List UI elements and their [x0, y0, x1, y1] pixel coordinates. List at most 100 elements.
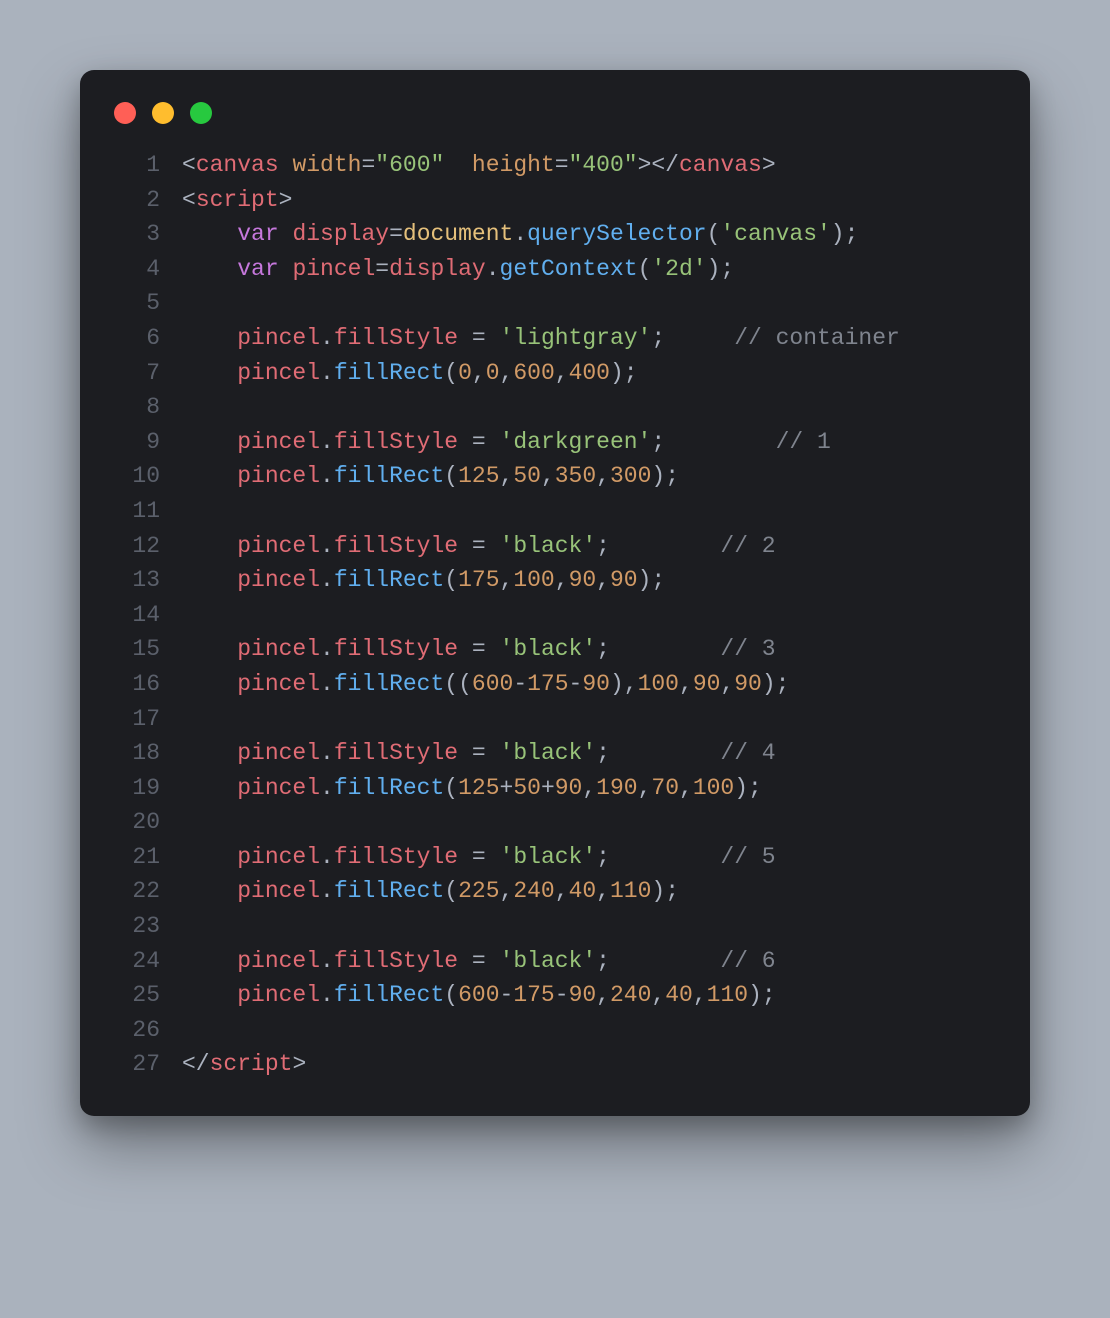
code-line: 20: [112, 805, 998, 840]
code-token: 70: [651, 775, 679, 801]
code-line: 17: [112, 702, 998, 737]
code-content: <script>: [182, 183, 998, 218]
code-token: fillStyle: [334, 948, 458, 974]
code-token: // 1: [776, 429, 831, 455]
code-token: ,: [541, 463, 555, 489]
code-token: 125: [458, 463, 499, 489]
code-token: =: [472, 325, 486, 351]
code-token: (: [638, 256, 652, 282]
code-token: ,: [596, 878, 610, 904]
code-token: 110: [707, 982, 748, 1008]
code-token: 225: [458, 878, 499, 904]
code-token: '2d': [651, 256, 706, 282]
code-token: canvas: [196, 152, 279, 178]
code-token: [182, 636, 237, 662]
code-content: [182, 286, 998, 321]
code-token: document: [403, 221, 513, 247]
code-line: 14: [112, 598, 998, 633]
code-token: .: [320, 740, 334, 766]
code-line: 13 pincel.fillRect(175,100,90,90);: [112, 563, 998, 598]
code-token: >: [279, 187, 293, 213]
code-token: // 4: [720, 740, 775, 766]
code-token: );: [638, 567, 666, 593]
code-token: fillRect: [334, 982, 444, 1008]
code-token: "600": [375, 152, 444, 178]
code-line: 19 pincel.fillRect(125+50+90,190,70,100)…: [112, 771, 998, 806]
code-token: pincel: [237, 740, 320, 766]
code-token: </: [182, 1051, 210, 1077]
line-number: 11: [112, 494, 182, 529]
line-number: 3: [112, 217, 182, 252]
code-token: 175: [458, 567, 499, 593]
code-token: canvas: [679, 152, 762, 178]
code-token: ;: [596, 533, 610, 559]
code-token: [665, 325, 734, 351]
code-token: [444, 152, 472, 178]
code-token: // 6: [720, 948, 775, 974]
code-token: fillStyle: [334, 325, 458, 351]
code-content: <canvas width="600" height="400"></canva…: [182, 148, 998, 183]
code-token: [610, 636, 720, 662]
code-token: [182, 463, 237, 489]
code-token: 40: [569, 878, 597, 904]
code-token: );: [762, 671, 790, 697]
code-token: <: [182, 152, 196, 178]
zoom-icon[interactable]: [190, 102, 212, 124]
code-token: 'black': [500, 844, 597, 870]
code-line: 8: [112, 390, 998, 425]
line-number: 7: [112, 356, 182, 391]
code-token: [486, 325, 500, 351]
code-token: );: [748, 982, 776, 1008]
code-token: ;: [596, 844, 610, 870]
code-token: -: [569, 671, 583, 697]
code-token: [610, 948, 720, 974]
code-token: 350: [555, 463, 596, 489]
code-token: 'darkgreen': [500, 429, 652, 455]
code-token: .: [320, 775, 334, 801]
line-number: 24: [112, 944, 182, 979]
code-token: +: [541, 775, 555, 801]
code-token: ,: [596, 463, 610, 489]
code-token: ,: [500, 463, 514, 489]
code-token: [182, 982, 237, 1008]
code-token: [279, 256, 293, 282]
code-token: );: [707, 256, 735, 282]
close-icon[interactable]: [114, 102, 136, 124]
code-token: 90: [582, 671, 610, 697]
code-token: ,: [500, 360, 514, 386]
code-token: [486, 740, 500, 766]
code-token: ;: [596, 948, 610, 974]
code-token: =: [375, 256, 389, 282]
code-token: 90: [693, 671, 721, 697]
code-token: [486, 533, 500, 559]
code-token: querySelector: [527, 221, 706, 247]
code-token: =: [472, 429, 486, 455]
code-content: pincel.fillRect(125,50,350,300);: [182, 459, 998, 494]
minimize-icon[interactable]: [152, 102, 174, 124]
code-token: +: [500, 775, 514, 801]
line-number: 14: [112, 598, 182, 633]
code-token: 90: [734, 671, 762, 697]
line-number: 5: [112, 286, 182, 321]
code-token: ,: [638, 775, 652, 801]
code-token: [182, 671, 237, 697]
code-content: pincel.fillRect(225,240,40,110);: [182, 874, 998, 909]
code-token: [458, 948, 472, 974]
line-number: 1: [112, 148, 182, 183]
code-token: [665, 429, 775, 455]
code-token: ;: [596, 740, 610, 766]
code-token: pincel: [237, 948, 320, 974]
code-content: pincel.fillRect(0,0,600,400);: [182, 356, 998, 391]
code-token: "400": [569, 152, 638, 178]
code-token: 240: [513, 878, 554, 904]
code-line: 2<script>: [112, 183, 998, 218]
code-token: pincel: [237, 533, 320, 559]
code-line: 27</script>: [112, 1047, 998, 1082]
code-token: .: [320, 844, 334, 870]
code-line: 12 pincel.fillStyle = 'black'; // 2: [112, 529, 998, 564]
code-token: pincel: [237, 636, 320, 662]
code-token: .: [513, 221, 527, 247]
code-token: [458, 325, 472, 351]
code-token: width: [292, 152, 361, 178]
code-token: [182, 844, 237, 870]
